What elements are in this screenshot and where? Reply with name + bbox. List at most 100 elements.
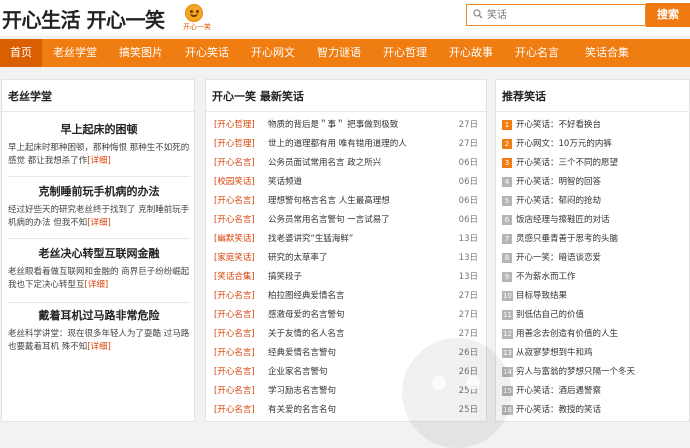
recommended-link[interactable]: 开心笑话：教授的笑话 [516, 402, 601, 418]
nav-item-articles[interactable]: 开心网文 [242, 39, 304, 67]
joke-row: [家庭笑话] 研究的太草率了 13日 [214, 250, 482, 266]
recommended-link[interactable]: 开心笑话：三个不同的愿望 [516, 155, 618, 171]
category-link[interactable]: [开心名言] [214, 386, 255, 396]
joke-date: 06日 [458, 215, 478, 225]
category-link[interactable]: [开心哲理] [214, 139, 255, 149]
joke-link[interactable]: 找老婆讲究“生猛海鲜” [268, 231, 353, 247]
recommended-link[interactable]: 灵感只垂青善于思考的头脑 [516, 231, 618, 247]
joke-row: [幽默笑话] 找老婆讲究“生猛海鲜” 13日 [214, 231, 482, 247]
recommended-link[interactable]: 开心笑话：酒后遇警察 [516, 383, 601, 399]
category-link[interactable]: [笑话合集] [214, 272, 255, 282]
article-title[interactable]: 老丝决心转型互联网金融 [8, 246, 190, 262]
recommended-link[interactable]: 从寂寥梦想到牛和鸡 [516, 345, 593, 361]
article-title[interactable]: 戴着耳机过马路非常危险 [8, 308, 190, 324]
category-link[interactable]: [幽默笑话] [214, 234, 255, 244]
recommended-row: 11 别低估自己的价值 [502, 307, 686, 323]
joke-date: 13日 [458, 253, 478, 263]
category-link[interactable]: [校园笑话] [214, 177, 255, 187]
recommended-link[interactable]: 饭店经理与擦鞋匠的对话 [516, 212, 610, 228]
article-title[interactable]: 克制睡前玩手机病的办法 [8, 184, 190, 200]
nav-item-stories[interactable]: 开心故事 [440, 39, 502, 67]
joke-link[interactable]: 柏拉图经典爱情名言 [268, 288, 345, 304]
category-link[interactable]: [开心名言] [214, 348, 255, 358]
joke-link[interactable]: 理想警句格言名言 人生最高理想 [268, 193, 390, 209]
rank-badge: 4 [502, 177, 512, 187]
recommended-row: 10 目标导致结果 [502, 288, 686, 304]
recommended-link[interactable]: 不为薪水而工作 [516, 269, 576, 285]
recommended-link[interactable]: 开心一笑：暗语谈恋爱 [516, 250, 601, 266]
joke-date: 13日 [458, 234, 478, 244]
joke-link[interactable]: 感激母爱的名言警句 [268, 307, 345, 323]
joke-date: 27日 [458, 310, 478, 320]
recommended-link[interactable]: 穷人与富翁的梦想只隔一个冬天 [516, 364, 635, 380]
recommended-link[interactable]: 目标导致结果 [516, 288, 567, 304]
recommended-row: 14 穷人与富翁的梦想只隔一个冬天 [502, 364, 686, 380]
recommended-link[interactable]: 开心网文：10万元的内裤 [516, 136, 612, 152]
search-icon [473, 9, 483, 19]
category-link[interactable]: [开心名言] [214, 196, 255, 206]
main-nav: 首页 老丝学堂 搞笑图片 开心笑话 开心网文 智力谜语 开心哲理 开心故事 开心… [0, 39, 690, 67]
article-summary: 早上起床时那种困顿，那种悔恨 那种生不如死的感觉 都让我想杀了作[详细] [8, 143, 190, 166]
joke-link[interactable]: 经典爱情名言警句 [268, 345, 336, 361]
search-button[interactable]: 搜索 [646, 3, 690, 27]
rank-badge: 13 [502, 348, 513, 358]
rank-badge: 6 [502, 215, 512, 225]
category-link[interactable]: [开心名言] [214, 405, 255, 415]
search-input[interactable] [487, 6, 642, 24]
panel-title: 老丝学堂 [8, 90, 52, 103]
more-link[interactable]: [详细] [87, 218, 111, 228]
joke-link[interactable]: 学习励志名言警句 [268, 383, 336, 399]
article-item: 戴着耳机过马路非常危险 老丝科学讲堂：现在很多年轻人为了耍酷 过马路也要戴着耳机… [8, 308, 190, 354]
laosi-panel: 老丝学堂 早上起床的困顿 早上起床时那种困顿，那种悔恨 那种生不如死的感觉 都让… [1, 79, 195, 422]
nav-item-quotes[interactable]: 开心名言 [506, 39, 568, 67]
joke-link[interactable]: 笑话频道 [268, 174, 302, 190]
joke-link[interactable]: 关于友情的名人名言 [268, 326, 345, 342]
joke-link[interactable]: 公务员常用名言警句 一言试易了 [268, 212, 390, 228]
category-link[interactable]: [家庭笑话] [214, 253, 255, 263]
more-link[interactable]: [详细] [87, 156, 111, 166]
recommended-link[interactable]: 开心笑话：郁闷的抢劫 [516, 193, 601, 209]
nav-item-riddles[interactable]: 智力谜语 [308, 39, 370, 67]
nav-item-collections[interactable]: 笑话合集 [574, 39, 640, 67]
recommended-panel: 推荐笑话 1 开心笑话：不好看换台 2 开心网文：10万元的内裤 3 开心笑话：三个不同的… [495, 79, 690, 422]
joke-link[interactable]: 搞笑段子 [268, 269, 302, 285]
category-link[interactable]: [开心哲理] [214, 120, 255, 130]
recommended-row: 1 开心笑话：不好看换台 [502, 117, 686, 133]
category-link[interactable]: [开心名言] [214, 329, 255, 339]
article-title[interactable]: 早上起床的困顿 [8, 122, 190, 138]
category-link[interactable]: [开心名言] [214, 291, 255, 301]
category-link[interactable]: [开心名言] [214, 215, 255, 225]
site-logo[interactable]: 开心一笑 [178, 4, 216, 32]
joke-date: 06日 [458, 196, 478, 206]
recommended-link[interactable]: 别低估自己的价值 [516, 307, 584, 323]
more-link[interactable]: [详细] [87, 342, 111, 352]
category-link[interactable]: [开心名言] [214, 367, 255, 377]
recommended-row: 13 从寂寥梦想到牛和鸡 [502, 345, 686, 361]
category-link[interactable]: [开心名言] [214, 310, 255, 320]
more-link[interactable]: [详细] [85, 280, 109, 290]
rank-badge: 11 [502, 310, 513, 320]
joke-link[interactable]: 研究的太草率了 [268, 250, 328, 266]
recommended-link[interactable]: 开心笑话：明智的回答 [516, 174, 601, 190]
joke-row: [开心名言] 柏拉图经典爱情名言 27日 [214, 288, 482, 304]
joke-link[interactable]: 世上的道理都有用 唯有错用道理的人 [268, 136, 407, 152]
joke-link[interactable]: 公务员面试常用名言 政之所兴 [268, 155, 381, 171]
joke-link[interactable]: 物质的背后是＂事＂ 把事做到极致 [268, 117, 398, 133]
site-title[interactable]: 开心生活 开心一笑 [2, 4, 165, 33]
nav-item-home[interactable]: 首页 [0, 39, 42, 67]
recommended-link[interactable]: 用善念去创造有价值的人生 [516, 326, 618, 342]
joke-link[interactable]: 企业家名言警句 [268, 364, 328, 380]
nav-item-laosi[interactable]: 老丝学堂 [44, 39, 106, 67]
nav-item-philosophy[interactable]: 开心哲理 [374, 39, 436, 67]
nav-item-jokes[interactable]: 开心笑话 [176, 39, 238, 67]
joke-date: 27日 [458, 291, 478, 301]
article-summary: 老丝科学讲堂：现在很多年轻人为了耍酷 过马路也要戴着耳机 殊不知[详细] [8, 329, 190, 352]
article-summary: 经过好些天的研究老丝终于找到了 克制睡前玩手机病的办法 但我不知[详细] [8, 205, 190, 228]
panel-title: 开心一笑 最新笑话 [212, 90, 304, 103]
recommended-link[interactable]: 开心笑话：不好看换台 [516, 117, 601, 133]
joke-link[interactable]: 有关爱的名言名句 [268, 402, 336, 418]
category-link[interactable]: [开心名言] [214, 158, 255, 168]
rank-badge: 7 [502, 234, 512, 244]
nav-item-funny-pics[interactable]: 搞笑图片 [110, 39, 172, 67]
panel-title: 推荐笑话 [502, 90, 546, 103]
